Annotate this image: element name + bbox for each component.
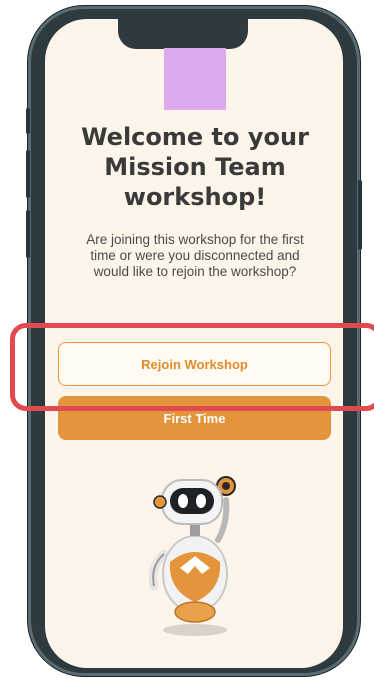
robot-shadow <box>163 624 227 636</box>
title-line-1: Welcome to your <box>81 123 309 151</box>
phone-side-button-left-mid <box>26 150 30 198</box>
page-title: Welcome to your Mission Team workshop! <box>70 122 320 212</box>
robot-eye-left <box>178 494 188 508</box>
phone-side-button-right <box>358 180 362 250</box>
robot-visor <box>170 488 214 514</box>
rejoin-workshop-button[interactable]: Rejoin Workshop <box>58 342 331 386</box>
robot-eye-right <box>196 494 206 508</box>
phone-side-button-left-top <box>26 108 30 134</box>
robot-mascot-illustration <box>148 476 236 636</box>
title-line-3: workshop! <box>123 183 267 211</box>
first-time-button[interactable]: First Time <box>58 396 331 440</box>
phone-notch <box>118 19 248 49</box>
robot-ear <box>153 495 167 509</box>
subtitle-text: Are joining this workshop for the first … <box>86 232 304 279</box>
title-line-2: Mission Team <box>104 153 286 181</box>
robot-base <box>174 601 216 623</box>
phone-side-button-left-low <box>26 210 30 258</box>
logo-placeholder <box>164 48 226 110</box>
